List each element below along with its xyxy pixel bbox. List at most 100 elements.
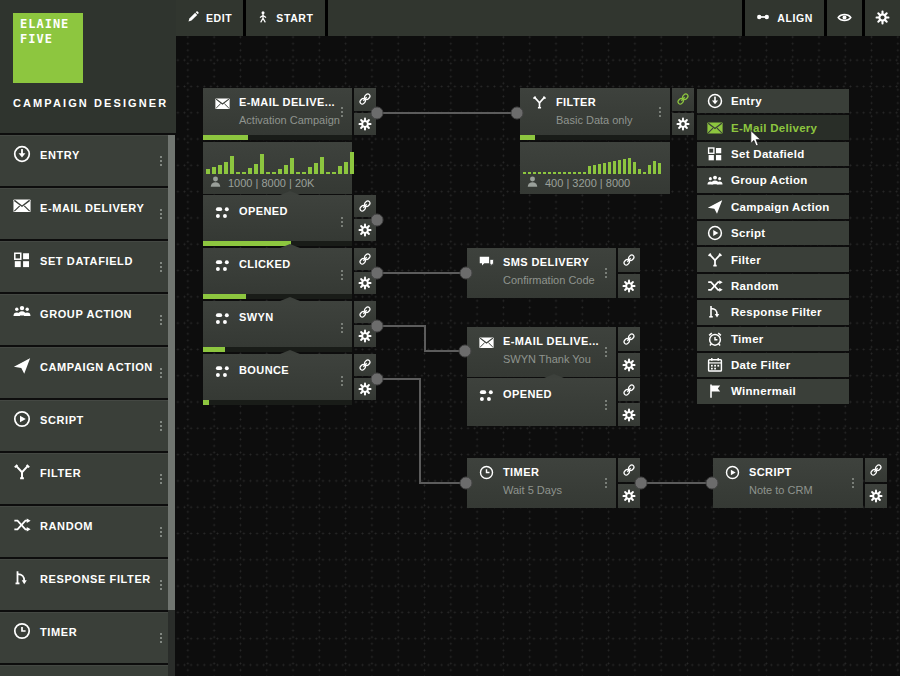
node-link-button[interactable] — [865, 458, 887, 482]
drag-handle-icon[interactable] — [160, 527, 162, 537]
node-settings-button[interactable] — [354, 113, 376, 136]
drag-handle-icon[interactable] — [605, 268, 607, 278]
sidebar-item-e-mail-delivery[interactable]: E-MAIL DELIVERY — [0, 188, 168, 239]
sidebar-item-timer[interactable]: TIMER — [0, 612, 168, 663]
node-settings-button[interactable] — [865, 484, 887, 508]
node-settings-button[interactable] — [354, 219, 376, 241]
flow-node-script-crm[interactable]: SCRIPT Note to CRM — [713, 458, 887, 508]
progress-bar — [203, 400, 352, 405]
dots-icon — [215, 363, 230, 378]
sidebar-item-date-filter[interactable]: DATE FILTER — [0, 665, 168, 676]
node-settings-button[interactable] — [618, 274, 640, 298]
node-settings-button[interactable] — [354, 378, 376, 400]
campaign-canvas[interactable]: E-MAIL DELIVE... Activation Campaign 100… — [176, 36, 900, 676]
flow-node-swyn[interactable]: SWYN — [203, 301, 376, 352]
progress-bar — [203, 294, 352, 299]
menu-item-response-filter[interactable]: Response Filter — [697, 300, 849, 324]
flow-node-email-activation[interactable]: E-MAIL DELIVE... Activation Campaign 100… — [203, 88, 376, 194]
node-link-button[interactable] — [618, 248, 640, 272]
node-link-button[interactable] — [354, 195, 376, 217]
drag-handle-icon[interactable] — [160, 580, 162, 590]
gear-button[interactable] — [865, 0, 900, 36]
node-settings-button[interactable] — [672, 113, 694, 136]
sidebar-item-response-filter[interactable]: RESPONSE FILTER — [0, 559, 168, 610]
filter-icon — [707, 252, 723, 268]
flow-node-email-swyn[interactable]: E-MAIL DELIVE... SWYN Thank You — [467, 327, 640, 377]
start-button[interactable]: START — [246, 0, 327, 36]
sidebar-scrollbar[interactable] — [168, 135, 175, 676]
sidebar-item-set-datafield[interactable]: SET DATAFIELD — [0, 241, 168, 292]
node-settings-button[interactable] — [618, 353, 640, 377]
drag-handle-icon[interactable] — [659, 107, 661, 117]
drag-handle-icon[interactable] — [605, 400, 607, 410]
edit-button[interactable]: EDIT — [176, 0, 246, 36]
node-link-button[interactable] — [354, 248, 376, 270]
menu-item-e-mail-delivery[interactable]: E-Mail Delivery — [697, 115, 849, 139]
drag-handle-icon[interactable] — [605, 478, 607, 488]
menu-item-entry[interactable]: Entry — [697, 89, 849, 113]
node-link-button[interactable] — [354, 354, 376, 376]
sidebar-item-campaign-action[interactable]: CAMPAIGN ACTION — [0, 347, 168, 398]
pencil-icon — [187, 11, 199, 25]
node-link-button[interactable] — [618, 378, 640, 401]
stats-caption: 1000 | 8000 | 20K — [228, 177, 314, 189]
drag-handle-icon[interactable] — [160, 209, 162, 219]
align-button[interactable]: ALIGN — [745, 0, 827, 36]
drag-handle-icon[interactable] — [341, 217, 343, 227]
drag-handle-icon[interactable] — [160, 633, 162, 643]
drag-handle-icon[interactable] — [341, 376, 343, 386]
menu-item-winnermail[interactable]: Winnermail — [697, 379, 849, 403]
drag-handle-icon[interactable] — [160, 421, 162, 431]
menu-item-date-filter[interactable]: Date Filter — [697, 353, 849, 377]
dots-icon — [215, 310, 230, 325]
drag-handle-icon[interactable] — [852, 478, 854, 488]
node-title: OPENED — [239, 205, 288, 217]
flow-node-bounce[interactable]: BOUNCE — [203, 354, 376, 405]
node-settings-button[interactable] — [618, 484, 640, 508]
node-link-button[interactable] — [354, 301, 376, 323]
drag-handle-icon[interactable] — [341, 323, 343, 333]
group-icon — [13, 304, 31, 322]
drag-handle-icon[interactable] — [341, 107, 343, 117]
clock-icon — [479, 465, 494, 480]
menu-item-filter[interactable]: Filter — [697, 247, 849, 271]
sidebar-item-random[interactable]: RANDOM — [0, 506, 168, 557]
node-link-button[interactable] — [618, 327, 640, 351]
menu-item-set-datafield[interactable]: Set Datafield — [697, 142, 849, 166]
node-link-button[interactable] — [672, 88, 694, 111]
toolbar: EDIT START ALIGN — [176, 0, 900, 36]
sidebar-item-filter[interactable]: FILTER — [0, 453, 168, 504]
flow-node-timer-wait[interactable]: TIMER Wait 5 Days — [467, 458, 640, 508]
menu-item-script[interactable]: Script — [697, 221, 849, 245]
drag-handle-icon[interactable] — [160, 368, 162, 378]
entry-icon — [707, 93, 723, 109]
logo-line1: ELAINE — [20, 17, 83, 32]
node-settings-button[interactable] — [354, 325, 376, 347]
flow-node-filter-basic[interactable]: FILTER Basic Data only 400 | 3200 | 8000 — [520, 88, 694, 194]
sidebar-item-group-action[interactable]: GROUP ACTION — [0, 294, 168, 345]
flow-node-opened-1[interactable]: OPENED — [203, 195, 376, 246]
node-link-button[interactable] — [354, 88, 376, 111]
node-link-button[interactable] — [618, 458, 640, 482]
node-settings-button[interactable] — [354, 272, 376, 294]
menu-item-timer[interactable]: Timer — [697, 327, 849, 351]
node-title: E-MAIL DELIVE... — [239, 96, 335, 108]
drag-handle-icon[interactable] — [160, 156, 162, 166]
drag-handle-icon[interactable] — [160, 262, 162, 272]
flow-node-opened-2[interactable]: OPENED — [467, 378, 640, 426]
sidebar-item-entry[interactable]: ENTRY — [0, 135, 168, 186]
drag-handle-icon[interactable] — [341, 270, 343, 280]
sidebar-item-script[interactable]: SCRIPT — [0, 400, 168, 451]
menu-item-random[interactable]: Random — [697, 274, 849, 298]
sidebar-scrollbar-thumb[interactable] — [168, 135, 175, 610]
drag-handle-icon[interactable] — [160, 315, 162, 325]
group-icon — [707, 172, 723, 188]
drag-handle-icon[interactable] — [160, 474, 162, 484]
flow-node-sms-delivery[interactable]: SMS DELIVERY Confirmation Code — [467, 248, 640, 298]
flow-node-clicked[interactable]: CLICKED — [203, 248, 376, 299]
node-settings-button[interactable] — [618, 403, 640, 426]
drag-handle-icon[interactable] — [605, 347, 607, 357]
eye-button[interactable] — [827, 0, 865, 36]
menu-item-group-action[interactable]: Group Action — [697, 168, 849, 192]
menu-item-campaign-action[interactable]: Campaign Action — [697, 195, 849, 219]
